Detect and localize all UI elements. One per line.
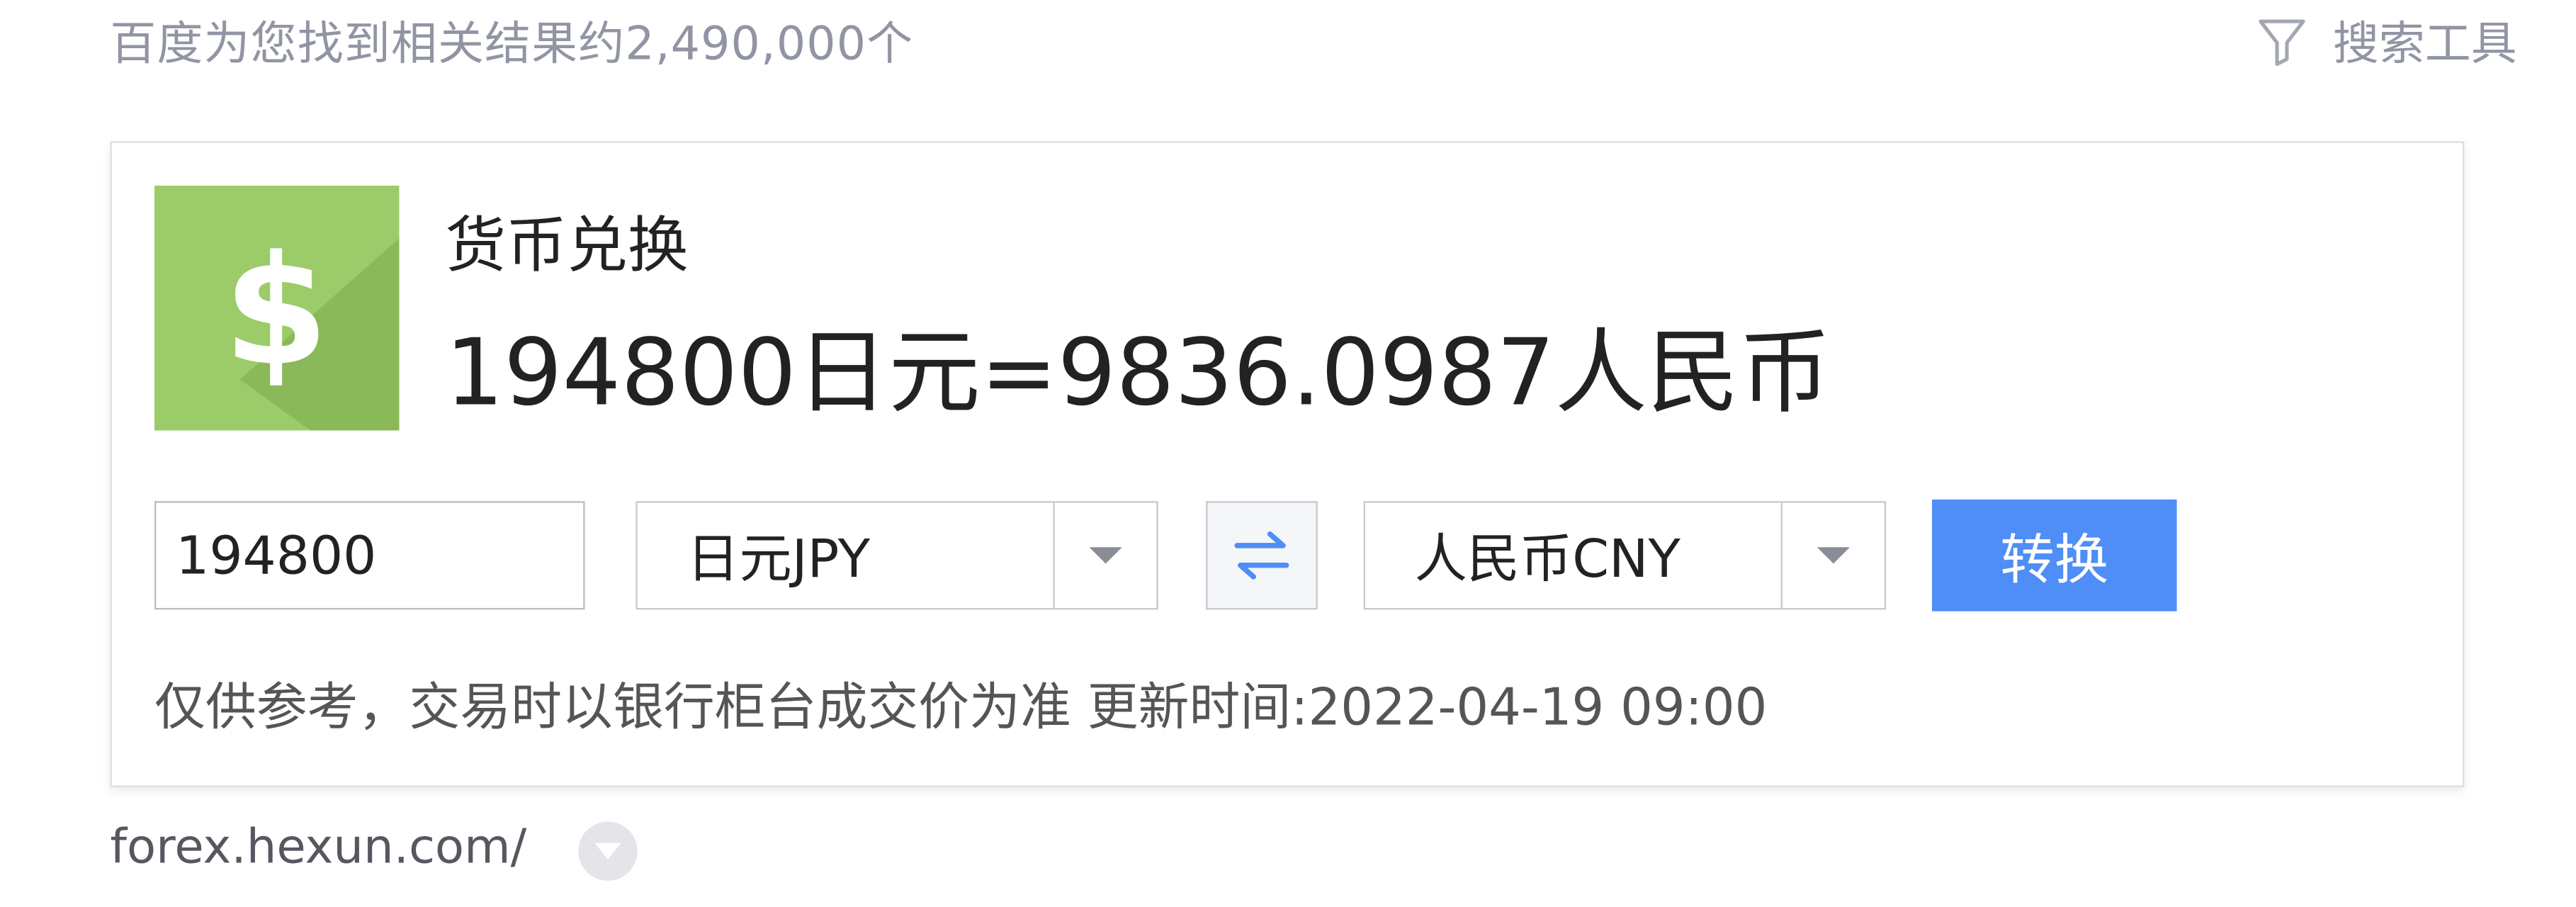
- caret-down-icon: [1089, 547, 1122, 564]
- from-currency-label: 日元JPY: [687, 527, 871, 590]
- search-tools-button[interactable]: 搜索工具: [2254, 9, 2517, 74]
- currency-converter-card: $ 货币兑换 194800日元=9836.0987人民币 日元JPY 人民币CN…: [110, 141, 2465, 787]
- amount-input[interactable]: [154, 501, 585, 610]
- dollar-icon: $: [154, 186, 400, 431]
- from-currency-dropdown[interactable]: [1053, 502, 1156, 608]
- to-currency-select[interactable]: 人民币CNY: [1363, 501, 1887, 610]
- search-result-stage: 百度为您找到相关结果约2,490,000个 搜索工具 $ 货币兑换 194800…: [0, 0, 2576, 906]
- source-url-link[interactable]: forex.hexun.com/: [110, 818, 526, 874]
- disclaimer-note: 仅供参考，交易时以银行柜台成交价为准 更新时间:2022-04-19 09:00: [154, 678, 1768, 738]
- search-tools-label: 搜索工具: [2332, 16, 2517, 71]
- swap-currency-button[interactable]: [1206, 501, 1318, 610]
- to-currency-label: 人民币CNY: [1414, 527, 1680, 590]
- card-title: 货币兑换: [445, 210, 689, 281]
- to-currency-dropdown[interactable]: [1780, 502, 1885, 608]
- filter-icon: [2259, 19, 2305, 66]
- chevron-down-icon: [594, 843, 621, 860]
- swap-arrows-icon: [1234, 531, 1289, 580]
- convert-button[interactable]: 转换: [1932, 499, 2177, 612]
- url-menu-button[interactable]: [578, 821, 638, 881]
- conversion-result: 194800日元=9836.0987人民币: [445, 320, 1831, 427]
- caret-down-icon: [1817, 547, 1851, 564]
- from-currency-select[interactable]: 日元JPY: [635, 501, 1158, 610]
- results-count: 百度为您找到相关结果约2,490,000个: [110, 16, 914, 71]
- svg-text:$: $: [223, 223, 328, 399]
